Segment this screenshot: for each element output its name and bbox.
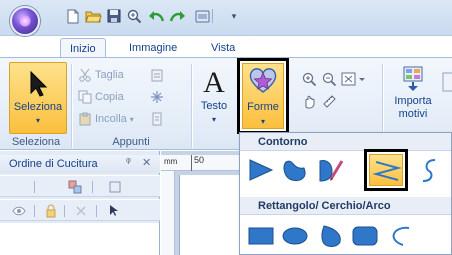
close-icon[interactable]: ✕ — [142, 156, 151, 169]
arc-shape-icon[interactable] — [386, 221, 416, 251]
section-title-rettangolo: Rettangolo/ Cerchio/Arco — [240, 197, 451, 215]
design-canvas[interactable] — [179, 175, 239, 255]
drop-shape-icon[interactable] — [316, 221, 346, 251]
group-separator — [191, 64, 192, 148]
text-button-label: Testo — [200, 100, 228, 112]
rectangle-shape-icon[interactable] — [246, 221, 276, 251]
ribbon-overflow[interactable] — [442, 62, 452, 134]
angle-shape-icon[interactable] — [246, 155, 276, 185]
copy-icon — [78, 90, 92, 104]
toolbar-separator — [34, 205, 35, 217]
sewing-order-list[interactable] — [0, 223, 159, 255]
screen-icon[interactable] — [194, 8, 210, 24]
toolbar-separator — [64, 205, 65, 217]
vertical-ruler — [161, 171, 175, 255]
import-icon — [403, 66, 423, 91]
pan-hand-icon[interactable] — [300, 93, 318, 109]
text-dropdown-arrow: ▾ — [211, 115, 216, 124]
ribbon-tabs: Inizio Immagine Vista — [0, 36, 452, 58]
text-glyph-icon: A — [203, 66, 225, 99]
scissors-icon — [79, 68, 91, 82]
paste-icon — [79, 112, 91, 126]
new-file-icon[interactable] — [66, 8, 80, 24]
measure-icon[interactable] — [320, 93, 338, 109]
toolbar-separator — [92, 181, 93, 193]
open-folder-icon[interactable] — [84, 8, 102, 24]
panel-title: Ordine di Cucitura — [0, 155, 160, 173]
ruler-tick-label: 50 — [191, 155, 204, 171]
arrow-pointer-icon — [30, 70, 48, 97]
paste-button[interactable]: Incolla ▾ — [78, 110, 134, 128]
cut-label: Taglia — [95, 69, 124, 81]
zoom-out-icon[interactable] — [320, 71, 338, 87]
visibility-eye-icon[interactable] — [12, 204, 26, 218]
tab-immagine[interactable]: Immagine — [120, 38, 186, 58]
import-label-line1: Importa — [394, 95, 432, 107]
ruler-unit: mm — [164, 157, 178, 166]
heart-star-icon — [249, 68, 277, 93]
paste-dropdown-arrow: ▾ — [129, 114, 134, 124]
zoom-in-icon[interactable] — [300, 71, 318, 87]
import-patterns-button[interactable]: Importa motivi — [388, 62, 438, 134]
rounded-rect-shape-icon[interactable] — [350, 221, 380, 251]
text-button[interactable]: A Testo ▾ — [195, 62, 233, 134]
redo-icon[interactable] — [168, 8, 188, 24]
application-menu-button[interactable] — [10, 6, 40, 36]
duplicate-icon[interactable] — [148, 111, 166, 127]
zoom-icon[interactable] — [126, 8, 142, 24]
workspace: mm 50 — [161, 151, 239, 255]
shapes-gallery-dropdown: Contorno Rettangolo/ Cerchio/Arco — [239, 132, 452, 255]
toolbar-separator — [34, 181, 35, 193]
blob-shape-icon[interactable] — [280, 155, 310, 185]
title-bar: ▾ — [0, 0, 452, 36]
toolbar-separator — [96, 205, 97, 217]
zoom-fit-dropdown[interactable] — [340, 71, 366, 87]
paste-special-icon[interactable] — [148, 67, 166, 83]
lock-icon[interactable] — [44, 204, 58, 218]
sewing-order-panel: Ordine di Cucitura ᵠ ✕ — [0, 151, 160, 255]
shapes-dropdown-arrow: ▾ — [260, 117, 265, 126]
cut-button[interactable]: Taglia — [78, 66, 124, 84]
zigzag-shape-selected-frame[interactable] — [364, 149, 408, 191]
select-button-label: Seleziona — [13, 101, 63, 113]
customize-quick-access-dropdown[interactable]: ▾ — [228, 8, 240, 24]
shapes-button[interactable]: Forme ▾ — [237, 58, 289, 134]
curve-shape-icon[interactable] — [414, 155, 444, 185]
panel-toolbar-top — [0, 175, 160, 197]
select-button[interactable]: Seleziona ▾ — [9, 62, 67, 134]
section-title-contorno: Contorno — [240, 133, 451, 151]
pin-icon[interactable]: ᵠ — [126, 156, 131, 168]
panel-toolbar-bottom — [0, 199, 160, 221]
copy-label: Copia — [95, 91, 124, 103]
zigzag-shape-icon — [372, 161, 402, 181]
copy-button[interactable]: Copia — [78, 88, 124, 106]
ellipse-shape-icon[interactable] — [280, 221, 310, 251]
frame-icon[interactable] — [108, 180, 122, 194]
shapes-button-label: Forme — [247, 101, 279, 113]
select-all-icon[interactable] — [148, 89, 166, 105]
save-icon[interactable] — [106, 8, 122, 24]
leaf-pencil-shape-icon[interactable] — [316, 155, 346, 185]
select-dropdown-arrow: ▾ — [35, 116, 40, 125]
paste-label: Incolla — [95, 113, 127, 125]
tab-inizio[interactable]: Inizio — [60, 38, 106, 58]
color-order-icon[interactable] — [68, 180, 82, 194]
delete-icon[interactable] — [74, 204, 88, 218]
horizontal-ruler: mm 50 — [161, 155, 239, 171]
quick-access-separator — [212, 9, 213, 23]
group-label-seleziona: Seleziona — [11, 136, 61, 148]
group-label-appunti: Appunti — [112, 136, 150, 148]
tab-vista[interactable]: Vista — [202, 38, 244, 58]
import-label-line2: motivi — [398, 108, 428, 120]
pointer-icon[interactable] — [106, 204, 120, 218]
undo-icon[interactable] — [146, 8, 166, 24]
